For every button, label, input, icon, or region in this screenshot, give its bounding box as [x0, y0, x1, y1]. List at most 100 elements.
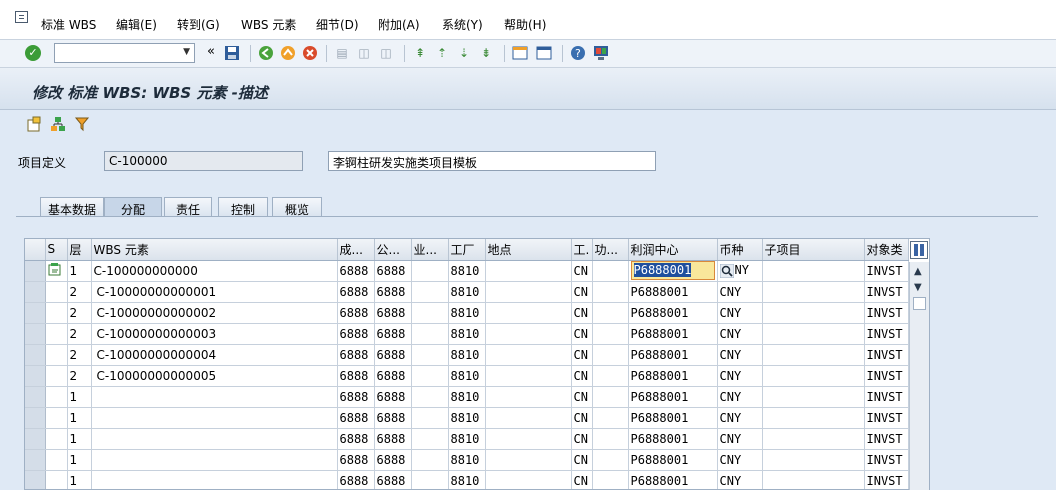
cell-functional-area[interactable]	[592, 344, 629, 366]
cell-status[interactable]	[45, 302, 68, 324]
col-factory-calendar[interactable]: 工.	[571, 239, 593, 261]
col-status[interactable]: S	[45, 239, 68, 261]
cell-wbs-element[interactable]	[91, 407, 338, 429]
cell-profit-center[interactable]: P6888001	[628, 449, 718, 471]
cell-controlling-area[interactable]: 6888	[337, 428, 375, 450]
back-icon[interactable]	[258, 45, 274, 61]
profit-center-input[interactable]: P6888001	[630, 261, 715, 280]
cell-functional-area[interactable]	[592, 323, 629, 345]
cell-status[interactable]	[45, 323, 68, 345]
cell-location[interactable]	[485, 386, 572, 408]
cell-controlling-area[interactable]: 6888	[337, 407, 375, 429]
cell-profit-center[interactable]: P6888001	[628, 302, 718, 324]
cell-factory-calendar[interactable]: CN	[571, 407, 593, 429]
cell-subproject[interactable]	[762, 428, 865, 450]
col-subproject[interactable]: 子项目	[762, 239, 865, 261]
cell-plant[interactable]: 8810	[448, 470, 486, 489]
row-selector[interactable]	[25, 302, 46, 324]
cell-status[interactable]	[45, 344, 68, 366]
cell-subproject[interactable]	[762, 323, 865, 345]
cell-status[interactable]	[45, 365, 68, 387]
col-object-class[interactable]: 对象类	[864, 239, 909, 261]
cell-level[interactable]: 2	[67, 344, 92, 366]
ok-check-icon[interactable]: ✓	[25, 45, 41, 61]
cell-status[interactable]	[45, 407, 68, 429]
cell-subproject[interactable]	[762, 449, 865, 471]
cell-level[interactable]: 1	[67, 470, 92, 489]
cell-company-code[interactable]: 6888	[374, 449, 412, 471]
cell-controlling-area[interactable]: 6888	[337, 365, 375, 387]
cell-wbs-element[interactable]	[91, 470, 338, 489]
cell-object-class[interactable]: INVST	[864, 407, 909, 429]
menu-extras[interactable]: 附加(A)	[378, 16, 420, 33]
tab-overview[interactable]: 概览	[272, 197, 322, 217]
menu-standard-wbs[interactable]: 标准 WBS	[41, 16, 96, 33]
cell-location[interactable]	[485, 428, 572, 450]
wbs-status-icon[interactable]	[48, 262, 62, 279]
cell-wbs-element[interactable]: C-10000000000004	[91, 344, 338, 366]
cell-profit-center[interactable]: P6888001	[628, 428, 718, 450]
cell-company-code[interactable]: 6888	[374, 281, 412, 303]
cell-factory-calendar[interactable]: CN	[571, 449, 593, 471]
cell-business-area[interactable]	[411, 344, 449, 366]
cell-controlling-area[interactable]: 6888	[337, 344, 375, 366]
cell-wbs-element[interactable]	[91, 386, 338, 408]
cell-controlling-area[interactable]: 6888	[337, 323, 375, 345]
table-row[interactable]: 2 C-10000000000004 6888 6888 8810 CN P6888001 C…	[25, 344, 909, 366]
cell-functional-area[interactable]	[592, 260, 629, 282]
cell-factory-calendar[interactable]: CN	[571, 302, 593, 324]
cell-profit-center[interactable]: P6888001	[628, 470, 718, 489]
cell-plant[interactable]: 8810	[448, 344, 486, 366]
vertical-scrollbar[interactable]: ▲ ▼	[909, 262, 929, 490]
row-selector[interactable]	[25, 386, 46, 408]
cell-factory-calendar[interactable]: CN	[571, 428, 593, 450]
cell-plant[interactable]: 8810	[448, 449, 486, 471]
cell-status[interactable]	[45, 260, 68, 282]
col-plant[interactable]: 工厂	[448, 239, 486, 261]
cell-profit-center[interactable]: P6888001	[628, 386, 718, 408]
cell-wbs-element[interactable]: C-10000000000005	[91, 365, 338, 387]
cell-wbs-element[interactable]	[91, 428, 338, 450]
shortcut-icon[interactable]	[536, 45, 552, 61]
cell-factory-calendar[interactable]: CN	[571, 323, 593, 345]
cell-level[interactable]: 1	[67, 386, 92, 408]
cell-functional-area[interactable]	[592, 407, 629, 429]
cell-object-class[interactable]: INVST	[864, 260, 909, 282]
cell-functional-area[interactable]	[592, 428, 629, 450]
cell-level[interactable]: 1	[67, 449, 92, 471]
row-selector[interactable]	[25, 407, 46, 429]
cell-currency[interactable]: CNY	[717, 428, 763, 450]
hierarchy-icon[interactable]	[50, 116, 66, 132]
col-currency[interactable]: 币种	[717, 239, 763, 261]
cell-profit-center[interactable]: P6888001	[628, 344, 718, 366]
cell-currency[interactable]: CNY	[717, 386, 763, 408]
create-session-icon[interactable]	[512, 45, 528, 61]
cell-plant[interactable]: 8810	[448, 323, 486, 345]
table-row[interactable]: 2 C-10000000000001 6888 6888 8810 CN P6888001 C…	[25, 281, 909, 303]
table-row[interactable]: 1 6888 6888 8810 CN P6888001 CNY INVST	[25, 470, 909, 489]
cell-subproject[interactable]	[762, 344, 865, 366]
cell-company-code[interactable]: 6888	[374, 323, 412, 345]
cell-controlling-area[interactable]: 6888	[337, 470, 375, 489]
scroll-up-icon[interactable]: ▲	[914, 266, 922, 277]
col-profit-center[interactable]: 利润中心	[628, 239, 718, 261]
cell-currency[interactable]: CNY	[717, 323, 763, 345]
cell-functional-area[interactable]	[592, 365, 629, 387]
cell-company-code[interactable]: 6888	[374, 344, 412, 366]
cell-factory-calendar[interactable]: CN	[571, 365, 593, 387]
cell-location[interactable]	[485, 449, 572, 471]
cell-factory-calendar[interactable]: CN	[571, 470, 593, 489]
menu-goto[interactable]: 转到(G)	[177, 16, 220, 33]
cell-subproject[interactable]	[762, 365, 865, 387]
cell-wbs-element[interactable]: C-10000000000003	[91, 323, 338, 345]
cell-currency[interactable]: CNY	[717, 407, 763, 429]
help-icon[interactable]: ?	[570, 45, 586, 61]
cell-level[interactable]: 2	[67, 302, 92, 324]
cell-object-class[interactable]: INVST	[864, 386, 909, 408]
cell-functional-area[interactable]	[592, 281, 629, 303]
exit-icon[interactable]	[280, 45, 296, 61]
search-help-icon[interactable]	[719, 263, 734, 279]
tab-assignment[interactable]: 分配	[104, 197, 162, 217]
cell-status[interactable]	[45, 281, 68, 303]
cell-company-code[interactable]: 6888	[374, 470, 412, 489]
